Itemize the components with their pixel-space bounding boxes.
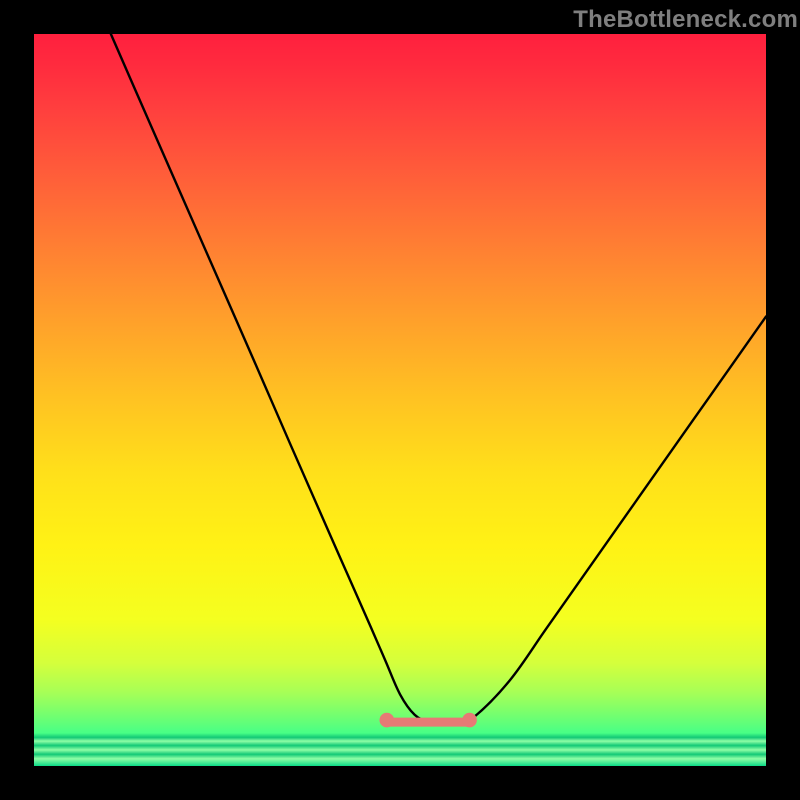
- bottleneck-curve: [111, 34, 766, 723]
- watermark-label: TheBottleneck.com: [573, 6, 798, 34]
- curve-overlay: [34, 34, 766, 766]
- plot-area: [34, 34, 766, 766]
- accent-endcap-left: [380, 713, 395, 728]
- accent-endcap-right: [462, 713, 477, 728]
- chart-frame: TheBottleneck.com: [0, 0, 800, 800]
